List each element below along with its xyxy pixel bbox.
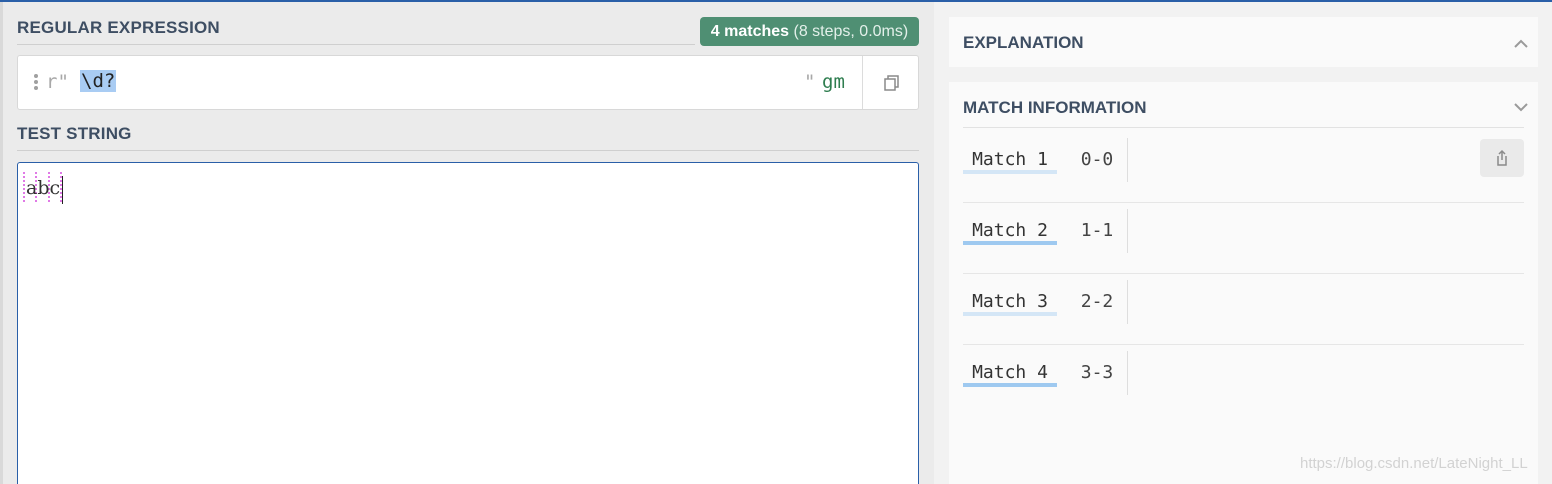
test-section-title: TEST STRING [17, 124, 132, 143]
match-row[interactable]: Match 3 2-2 [963, 274, 1524, 345]
copy-button[interactable] [864, 56, 919, 109]
test-string-input[interactable]: abc [17, 162, 919, 484]
match-marker [23, 172, 25, 202]
sidebar-pane: EXPLANATION MATCH INFORMATION Match 1 0-… [934, 2, 1552, 484]
match-range: 0-0 [1080, 149, 1114, 170]
regex-flags[interactable]: gm [822, 71, 845, 93]
chevron-up-icon[interactable] [1512, 35, 1530, 53]
match-count: 4 matches [710, 23, 790, 40]
drag-handle-icon[interactable] [34, 74, 39, 90]
row-divider [1127, 209, 1128, 253]
regex-section-title: REGULAR EXPRESSION [17, 18, 220, 37]
row-divider [1127, 138, 1128, 182]
regex-input[interactable]: r" \d? " gm [17, 55, 919, 110]
editor-pane: REGULAR EXPRESSION 4 matches (8 steps, 0… [0, 2, 934, 484]
match-range: 3-3 [1080, 362, 1114, 383]
copy-icon [883, 74, 899, 91]
regex-delimiter-open: r" [46, 71, 69, 93]
row-divider [1127, 280, 1128, 324]
match-count-badge: 4 matches (8 steps, 0.0ms) [700, 17, 919, 46]
copy-separator [862, 56, 863, 109]
match-info-rule [963, 127, 1524, 128]
match-stats: (8 steps, 0.0ms) [793, 23, 909, 40]
match-range: 1-1 [1080, 220, 1114, 241]
watermark: https://blog.csdn.net/LateNight_LL [1300, 455, 1528, 472]
test-string-text[interactable]: abc [26, 177, 60, 199]
explanation-title: EXPLANATION [963, 33, 1084, 52]
match-information-panel: MATCH INFORMATION Match 1 0-0 Match 2 1-… [949, 82, 1538, 484]
match-row[interactable]: Match 4 3-3 [963, 345, 1524, 405]
test-title-rule [17, 150, 919, 151]
match-label[interactable]: Match 2 [963, 217, 1057, 245]
regex-pattern[interactable]: \d? [80, 70, 117, 92]
match-label[interactable]: Match 3 [963, 288, 1057, 316]
match-row[interactable]: Match 2 1-1 [963, 203, 1524, 274]
match-row[interactable]: Match 1 0-0 [963, 132, 1524, 203]
match-label[interactable]: Match 1 [963, 146, 1057, 174]
explanation-panel[interactable]: EXPLANATION [949, 17, 1538, 67]
regex-delimiter-close: " [804, 71, 816, 93]
match-label[interactable]: Match 4 [963, 359, 1057, 387]
regex-title-rule [17, 44, 695, 45]
match-information-title: MATCH INFORMATION [963, 98, 1147, 117]
row-divider [1127, 351, 1128, 395]
chevron-down-icon[interactable] [1512, 98, 1530, 116]
match-range: 2-2 [1080, 291, 1114, 312]
text-caret [62, 176, 63, 204]
